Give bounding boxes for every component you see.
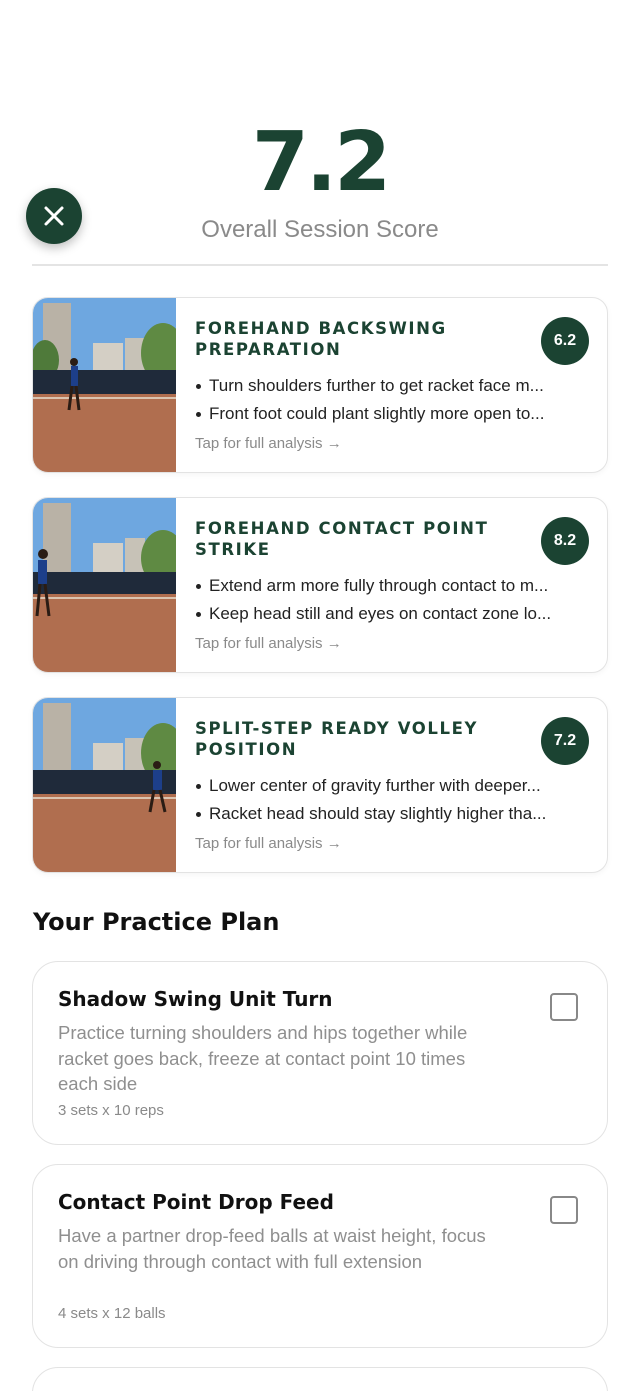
full-analysis-link[interactable]: Tap for full analysis → bbox=[195, 435, 342, 452]
stroke-feedback-list: Turn shoulders further to get racket fac… bbox=[195, 372, 589, 428]
overall-score-label: Overall Session Score bbox=[201, 216, 439, 243]
plan-item-partial[interactable] bbox=[32, 1367, 608, 1391]
full-analysis-link[interactable]: Tap for full analysis → bbox=[195, 635, 342, 652]
plan-item-description: Practice turning shoulders and hips toge… bbox=[58, 1022, 468, 1094]
stroke-score-badge: 7.2 bbox=[541, 717, 589, 765]
stroke-title: SPLIT-STEP READY VOLLEY POSITION bbox=[195, 719, 479, 759]
stroke-card-forehand-contact[interactable]: FOREHAND CONTACT POINT STRIKE 8.2 Extend… bbox=[32, 497, 608, 673]
stroke-score-badge: 8.2 bbox=[541, 517, 589, 565]
stroke-card-forehand-backswing[interactable]: FOREHAND BACKSWING PREPARATION 6.2 Turn … bbox=[32, 297, 608, 473]
stroke-score-badge: 6.2 bbox=[541, 317, 589, 365]
plan-item-checkbox[interactable] bbox=[550, 1196, 578, 1224]
stroke-feedback-list: Lower center of gravity further with dee… bbox=[195, 772, 589, 828]
plan-item-shadow-swing[interactable]: Shadow Swing Unit Turn Practice turning … bbox=[32, 961, 608, 1145]
feedback-bullet: Racket head should stay slightly higher … bbox=[195, 800, 589, 828]
stroke-feedback-list: Extend arm more fully through contact to… bbox=[195, 572, 589, 628]
plan-item-title: Contact Point Drop Feed bbox=[58, 1190, 334, 1214]
stroke-thumbnail bbox=[33, 698, 176, 872]
feedback-bullet: Keep head still and eyes on contact zone… bbox=[195, 600, 589, 628]
feedback-bullet: Turn shoulders further to get racket fac… bbox=[195, 372, 589, 400]
stroke-title: FOREHAND BACKSWING PREPARATION bbox=[195, 319, 447, 359]
plan-item-description: Have a partner drop-feed balls at waist … bbox=[58, 1225, 486, 1272]
feedback-bullet: Front foot could plant slightly more ope… bbox=[195, 400, 589, 428]
overall-score: 7.2 bbox=[251, 115, 391, 210]
stroke-thumbnail bbox=[33, 298, 176, 472]
stroke-card-split-step[interactable]: SPLIT-STEP READY VOLLEY POSITION 7.2 Low… bbox=[32, 697, 608, 873]
header-divider bbox=[32, 264, 608, 266]
close-button[interactable] bbox=[26, 188, 82, 244]
full-analysis-link[interactable]: Tap for full analysis → bbox=[195, 835, 342, 852]
stroke-thumbnail bbox=[33, 498, 176, 672]
feedback-bullet: Lower center of gravity further with dee… bbox=[195, 772, 589, 800]
practice-plan-heading: Your Practice Plan bbox=[33, 908, 280, 936]
plan-item-title: Shadow Swing Unit Turn bbox=[58, 987, 333, 1011]
plan-item-contact-point[interactable]: Contact Point Drop Feed Have a partner d… bbox=[32, 1164, 608, 1348]
feedback-bullet: Extend arm more fully through contact to… bbox=[195, 572, 589, 600]
plan-item-meta: 3 sets x 10 reps bbox=[58, 1102, 164, 1119]
stroke-title: FOREHAND CONTACT POINT STRIKE bbox=[195, 519, 489, 559]
close-icon bbox=[44, 206, 64, 226]
plan-item-meta: 4 sets x 12 balls bbox=[58, 1305, 166, 1322]
plan-item-checkbox[interactable] bbox=[550, 993, 578, 1021]
